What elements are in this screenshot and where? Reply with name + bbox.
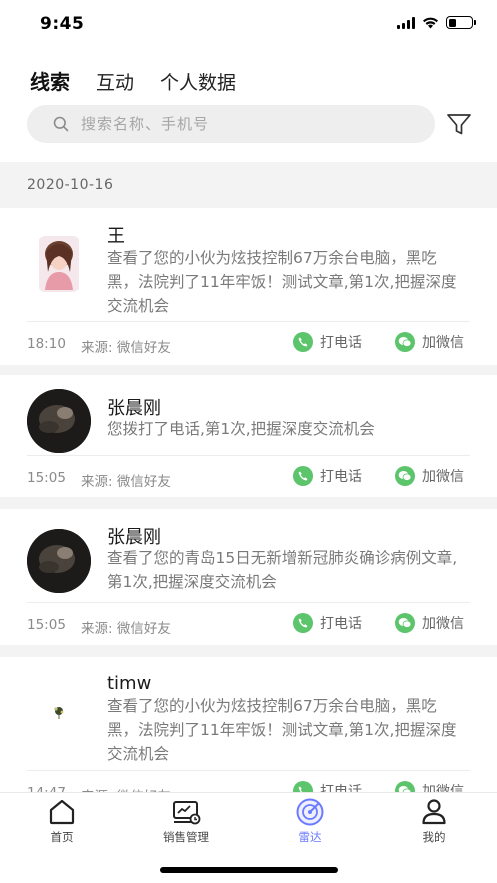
lead-description: 您拨打了电话,第1次,把握深度交流机会: [107, 420, 375, 438]
avatar: [27, 232, 91, 296]
home-icon: [49, 799, 75, 825]
lead-time: 15:05: [27, 470, 66, 486]
lead-source: 来源: 微信好友: [81, 621, 171, 637]
tabbar-home[interactable]: 首页: [12, 797, 112, 845]
avatar: [27, 389, 91, 453]
lead-time: 15:05: [27, 617, 66, 633]
wechat-icon: [395, 332, 415, 352]
date-group-header: 2020-10-16: [0, 162, 497, 208]
search-input[interactable]: [81, 115, 401, 133]
wechat-icon: [395, 613, 415, 633]
card-separator: [0, 645, 497, 657]
avatar: [27, 529, 91, 593]
home-indicator: [160, 867, 338, 873]
tabbar-label: 我的: [422, 830, 446, 844]
lead-name: timw: [107, 673, 152, 694]
call-label: 打电话: [320, 469, 362, 485]
phone-icon: [293, 613, 313, 633]
search-icon: [53, 116, 69, 132]
lead-name: 王: [107, 226, 125, 247]
lead-card[interactable]: 王 查看了您的小伙为炫技控制67万余台电脑，黑吃黑，法院判了11年牢饭！测试文章…: [0, 208, 497, 365]
tab-leads[interactable]: 线索: [30, 66, 70, 95]
call-button[interactable]: 打电话: [293, 613, 362, 633]
lead-description: 查看了您的小伙为炫技控制67万余台电脑，黑吃黑，法院判了11年牢饭！测试文章,第…: [107, 697, 457, 763]
status-bar: 9:45: [0, 0, 497, 50]
profile-icon: [422, 799, 446, 825]
wechat-label: 加微信: [422, 469, 464, 485]
add-wechat-button[interactable]: 加微信: [395, 332, 464, 352]
lead-card[interactable]: 张晨刚 查看了您的青岛15日无新增新冠肺炎确诊病例文章,第1次,把握深度交流机会…: [0, 509, 497, 645]
lead-source: 来源: 微信好友: [81, 474, 171, 490]
lead-description: 查看了您的小伙为炫技控制67万余台电脑，黑吃黑，法院判了11年牢饭！测试文章,第…: [107, 249, 457, 315]
add-wechat-button[interactable]: 加微信: [395, 613, 464, 633]
call-button[interactable]: 打电话: [293, 466, 362, 486]
avatar: [27, 681, 91, 745]
add-wechat-button[interactable]: 加微信: [395, 466, 464, 486]
search-bar: [27, 105, 435, 143]
phone-icon: [293, 466, 313, 486]
filter-icon[interactable]: [446, 111, 472, 137]
card-footer: 15:05 来源: 微信好友 打电话 加微信: [27, 602, 470, 646]
card-footer: 15:05 来源: 微信好友 打电话 加微信: [27, 455, 470, 499]
call-button[interactable]: 打电话: [293, 332, 362, 352]
lead-card[interactable]: 张晨刚 您拨打了电话,第1次,把握深度交流机会 15:05 来源: 微信好友 打…: [0, 375, 497, 497]
call-label: 打电话: [320, 335, 362, 351]
tabbar-label: 雷达: [298, 830, 322, 844]
status-icons: [397, 16, 476, 29]
card-separator: [0, 497, 497, 509]
lead-source: 来源: 微信好友: [81, 340, 171, 356]
signal-icon: [397, 16, 415, 29]
lead-card[interactable]: timw 查看了您的小伙为炫技控制67万余台电脑，黑吃黑，法院判了11年牢饭！测…: [0, 657, 497, 805]
wechat-label: 加微信: [422, 616, 464, 632]
card-separator: [0, 365, 497, 375]
radar-icon: [296, 798, 324, 826]
wechat-label: 加微信: [422, 335, 464, 351]
wechat-icon: [395, 466, 415, 486]
top-tabs: 线索 互动 个人数据: [30, 66, 236, 95]
phone-icon: [293, 332, 313, 352]
sales-icon: [173, 801, 201, 825]
card-footer: 18:10 来源: 微信好友 打电话 加微信: [27, 321, 470, 365]
tab-interaction[interactable]: 互动: [96, 68, 134, 95]
date-label: 2020-10-16: [27, 177, 114, 193]
tabbar-label: 首页: [50, 830, 74, 844]
tabbar-radar[interactable]: 雷达: [260, 797, 360, 845]
tab-personal-data[interactable]: 个人数据: [160, 68, 236, 95]
tabbar-sales[interactable]: 销售管理: [136, 797, 236, 845]
status-time: 9:45: [40, 14, 85, 34]
lead-time: 18:10: [27, 336, 66, 352]
lead-description: 查看了您的青岛15日无新增新冠肺炎确诊病例文章,第1次,把握深度交流机会: [107, 549, 458, 591]
battery-icon: [446, 16, 476, 29]
call-label: 打电话: [320, 616, 362, 632]
wifi-icon: [423, 17, 438, 29]
tabbar-label: 销售管理: [163, 830, 209, 844]
tabbar-profile[interactable]: 我的: [384, 797, 484, 845]
